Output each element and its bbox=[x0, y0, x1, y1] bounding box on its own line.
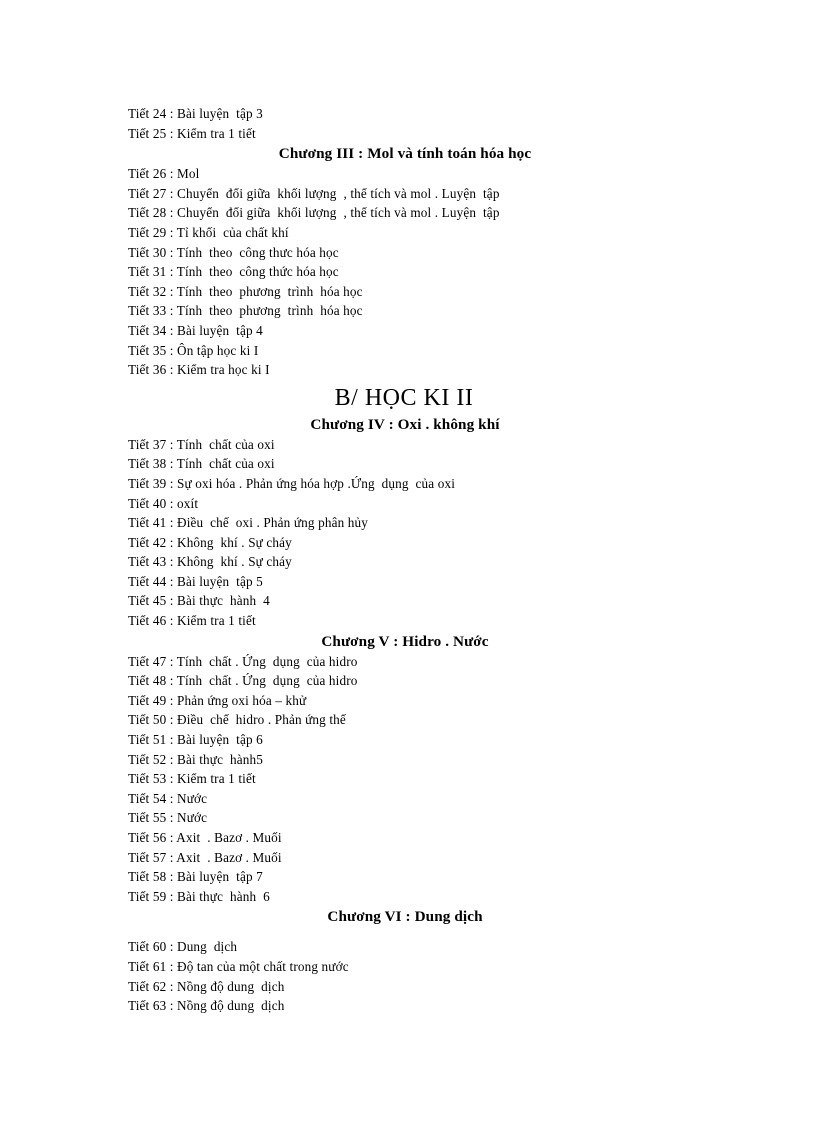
lesson-line: Tiết 58 : Bài luyện tập 7 bbox=[128, 869, 263, 885]
section-chapter-2-tail: Tiết 24 : Bài luyện tập 3 Tiết 25 : Kiểm… bbox=[0, 104, 816, 143]
lesson-line: Tiết 45 : Bài thực hành 4 bbox=[128, 593, 270, 609]
lesson-line: Tiết 47 : Tính chất . Ứng dụng của hidro bbox=[128, 653, 358, 669]
chapter-heading-5: Chương V : Hidro . Nước bbox=[321, 632, 489, 650]
lesson-line: Tiết 32 : Tính theo phương trình hóa học bbox=[128, 283, 363, 299]
lesson-line: Tiết 40 : oxít bbox=[128, 495, 199, 511]
lesson-line: Tiết 33 : Tính theo phương trình hóa học bbox=[128, 303, 363, 319]
lesson-line: Tiết 51 : Bài luyện tập 6 bbox=[128, 732, 263, 748]
section-chapter-5: Chương V : Hidro . Nước Tiết 47 : Tính c… bbox=[0, 631, 816, 907]
lesson-line: Tiết 60 : Dung dịch bbox=[128, 939, 238, 955]
lesson-line: Tiết 52 : Bài thực hành5 bbox=[128, 751, 263, 767]
lesson-line: Tiết 36 : Kiểm tra học ki I bbox=[128, 362, 270, 378]
lesson-line: Tiết 44 : Bài luyện tập 5 bbox=[128, 573, 263, 589]
lesson-line: Tiết 42 : Không khí . Sự cháy bbox=[128, 534, 292, 550]
lesson-line: Tiết 48 : Tính chất . Ứng dụng của hidro bbox=[128, 673, 358, 689]
part-heading-b: B/ HỌC KI II bbox=[334, 384, 474, 411]
lesson-line: Tiết 35 : Ôn tập học ki I bbox=[128, 342, 259, 358]
chapter-heading-3: Chương III : Mol và tính toán hóa học bbox=[278, 145, 532, 163]
lesson-line: Tiết 31 : Tính theo công thức hóa học bbox=[128, 264, 339, 280]
document-content: Tiết 24 : Bài luyện tập 3 Tiết 25 : Kiểm… bbox=[0, 104, 816, 1016]
lesson-line: Tiết 43 : Không khí . Sự cháy bbox=[128, 554, 292, 570]
lesson-line: Tiết 25 : Kiểm tra 1 tiết bbox=[128, 125, 256, 141]
document-page: Tiết 24 : Bài luyện tập 3 Tiết 25 : Kiểm… bbox=[0, 0, 816, 1123]
lesson-line: Tiết 53 : Kiểm tra 1 tiết bbox=[128, 771, 256, 787]
lesson-line: Tiết 30 : Tính theo công thưc hóa học bbox=[128, 244, 339, 260]
lesson-line: Tiết 46 : Kiểm tra 1 tiết bbox=[128, 613, 256, 629]
lesson-line: Tiết 29 : Tỉ khối của chất khí bbox=[128, 224, 289, 240]
lesson-line: Tiết 24 : Bài luyện tập 3 bbox=[128, 106, 263, 121]
lesson-line: Tiết 54 : Nước bbox=[128, 790, 208, 806]
lesson-line: Tiết 57 : Axit . Bazơ . Muối bbox=[128, 849, 282, 865]
lesson-line: Tiết 50 : Điều chế hidro . Phản ứng thế bbox=[128, 712, 346, 728]
lesson-line: Tiết 55 : Nước bbox=[128, 810, 208, 826]
section-chapter-6: Chương VI : Dung dịch Tiết 60 : Dung dịc… bbox=[0, 906, 816, 1015]
section-chapter-4: Chương IV : Oxi . không khí Tiết 37 : Tí… bbox=[0, 414, 816, 631]
lesson-line: Tiết 56 : Axit . Bazơ . Muối bbox=[128, 830, 282, 845]
chapter-heading-4: Chương IV : Oxi . không khí bbox=[310, 415, 500, 433]
lesson-line: Tiết 59 : Bài thực hành 6 bbox=[128, 888, 270, 904]
lesson-line: Tiết 38 : Tính chất của oxi bbox=[128, 456, 275, 472]
lesson-line: Tiết 49 : Phản ứng oxi hóa – khử bbox=[128, 692, 307, 708]
lesson-line: Tiết 41 : Điều chế oxi . Phản ứng phân h… bbox=[128, 515, 368, 531]
section-chapter-3: Chương III : Mol và tính toán hóa học Ti… bbox=[0, 143, 816, 380]
lesson-line: Tiết 39 : Sự oxi hóa . Phản ứng hóa hợp … bbox=[128, 475, 456, 491]
lesson-line: Tiết 26 : Mol bbox=[128, 166, 200, 182]
lesson-line: Tiết 37 : Tính chất của oxi bbox=[128, 436, 275, 452]
lesson-line: Tiết 61 : Độ tan của một chất trong nước bbox=[128, 958, 349, 974]
lesson-line: Tiết 27 : Chuyển đổi giữa khối lượng , t… bbox=[128, 185, 500, 201]
lesson-line: Tiết 63 : Nồng độ dung dịch bbox=[128, 998, 285, 1014]
lesson-line: Tiết 28 : Chuyển đổi giữa khối lượng , t… bbox=[128, 205, 500, 221]
lesson-line: Tiết 62 : Nồng độ dung dịch bbox=[128, 978, 285, 994]
chapter-heading-6: Chương VI : Dung dịch bbox=[327, 908, 483, 926]
lesson-line: Tiết 34 : Bài luyện tập 4 bbox=[128, 322, 263, 338]
